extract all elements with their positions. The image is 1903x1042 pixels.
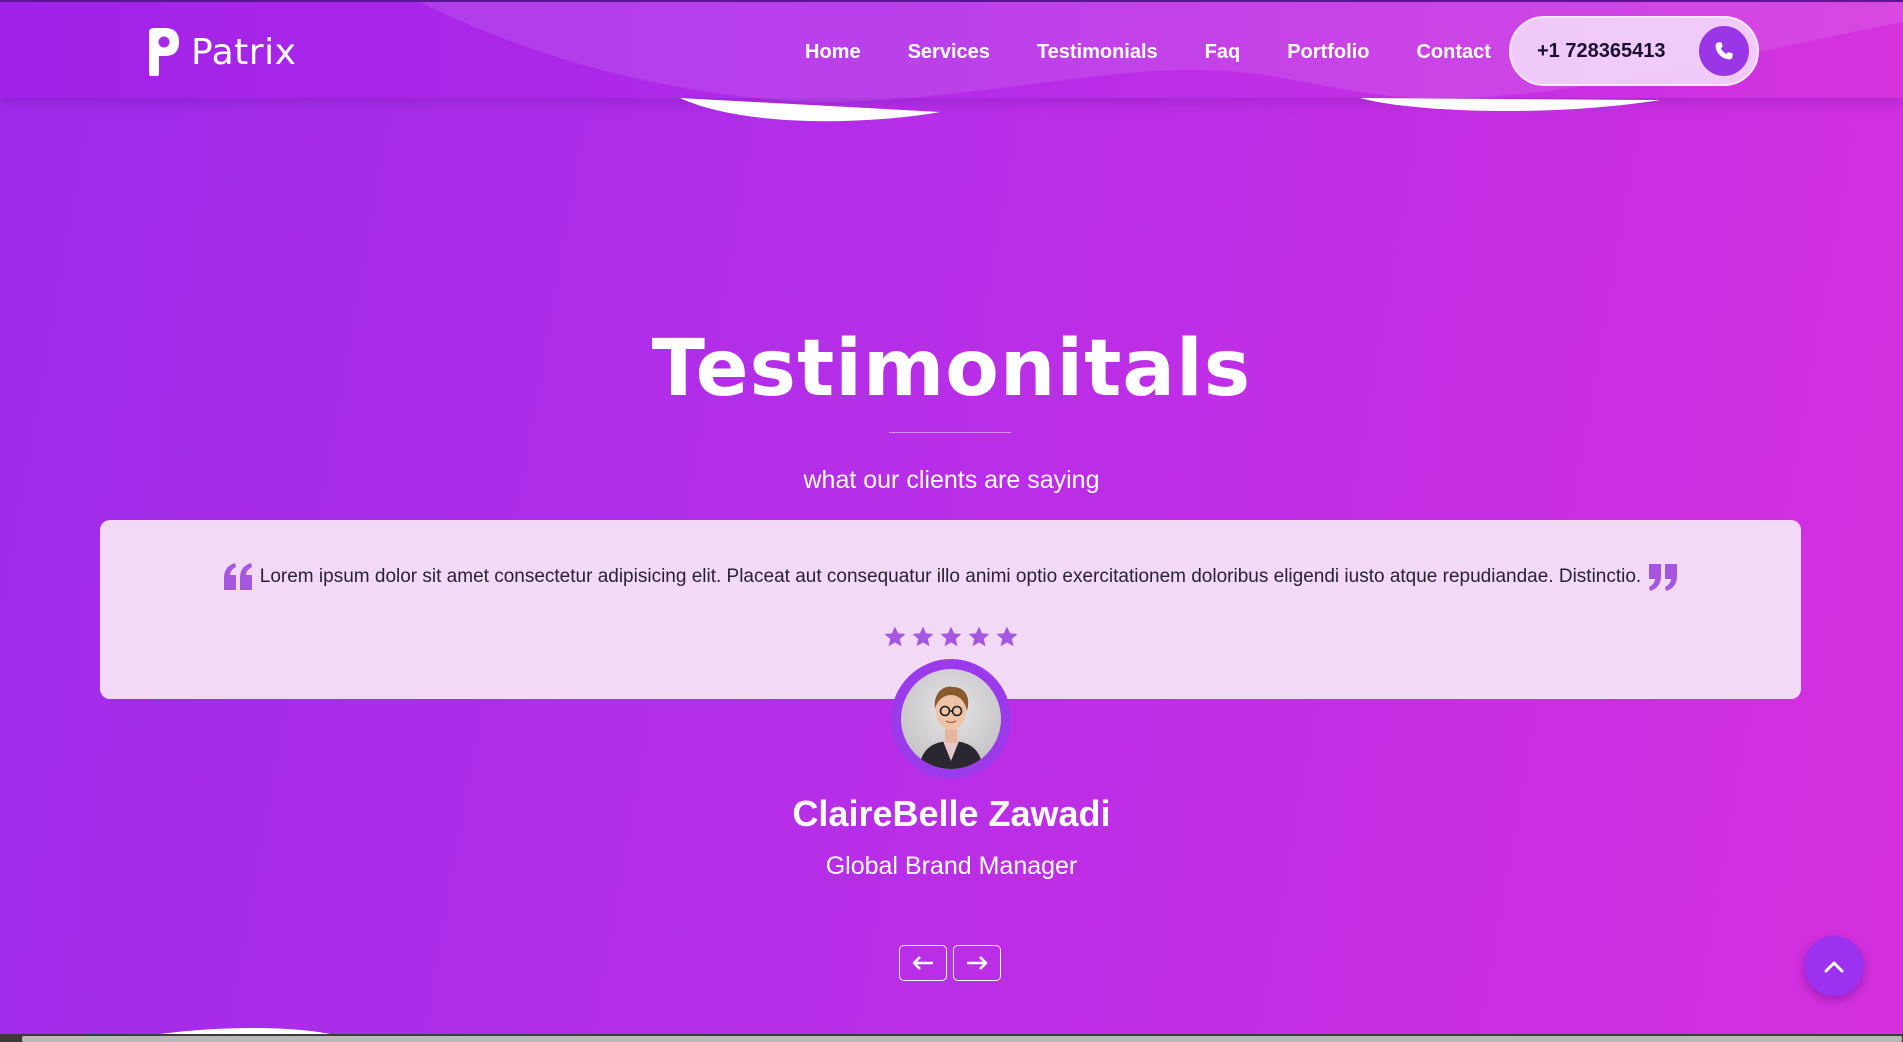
person-portrait-icon [919,686,983,769]
chevron-up-icon [1824,961,1844,973]
quote-open-icon [223,563,252,590]
main-nav: Home Services Testimonials Faq Portfolio… [805,32,1491,72]
avatar [901,669,1001,769]
quote-close-icon [1649,564,1678,591]
nav-item-contact[interactable]: Contact [1416,32,1490,72]
avatar-ring [891,659,1011,779]
brand-logo[interactable]: Patrix [145,24,296,80]
section-subtitle: what our clients are saying [803,466,1100,494]
title-divider [889,432,1011,433]
site-header: Patrix Home Services Testimonials Faq Po… [0,2,1903,122]
star-icon [912,626,933,647]
testimonial-quote: Lorem ipsum dolor sit amet consectetur a… [259,566,1642,587]
arrow-left-icon [912,956,933,970]
logo-p-icon [149,28,179,76]
star-icon [996,626,1017,647]
phone-number: +1 728365413 [1537,39,1666,62]
nav-item-portfolio[interactable]: Portfolio [1287,32,1369,72]
nav-item-faq[interactable]: Faq [1205,32,1241,72]
nav-item-testimonials[interactable]: Testimonials [1037,32,1158,72]
nav-item-services[interactable]: Services [908,32,990,72]
star-icon [940,626,961,647]
brand-name: Patrix [191,31,297,73]
client-name: ClaireBelle Zawadi [792,793,1111,834]
client-role: Global Brand Manager [825,852,1078,880]
nav-item-home[interactable]: Home [805,32,861,72]
phone-icon [1715,42,1733,60]
star-icon [968,626,989,647]
phone-contact-pill[interactable]: +1 728365413 [1509,16,1759,86]
scrollbar-thumb[interactable] [22,1036,1902,1042]
phone-call-button[interactable] [1699,26,1749,76]
page: Patrix Home Services Testimonials Faq Po… [0,0,1903,1042]
rating-stars [100,625,1801,649]
section-title: Testimonitals [651,324,1252,414]
carousel-prev-button[interactable] [899,945,947,981]
horizontal-scrollbar[interactable] [0,1034,1903,1042]
arrow-right-icon [967,956,988,970]
testimonial-quote-row: Lorem ipsum dolor sit amet consectetur a… [100,562,1801,592]
scroll-to-top-button[interactable] [1804,936,1864,996]
star-icon [884,626,905,647]
carousel-next-button[interactable] [953,945,1001,981]
